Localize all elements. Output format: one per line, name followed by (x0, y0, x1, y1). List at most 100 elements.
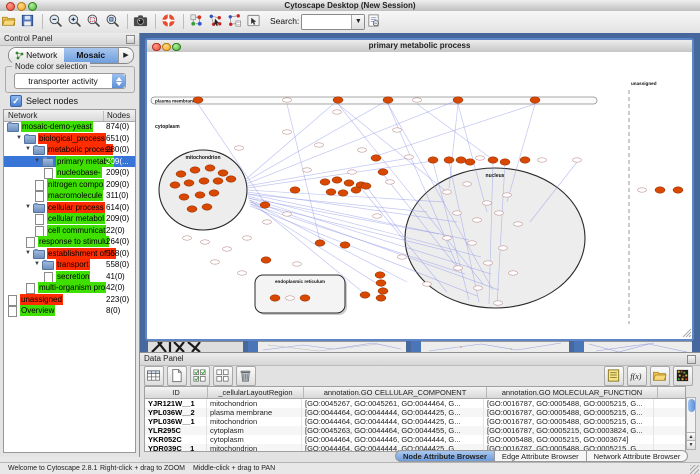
leaf-icon (44, 272, 53, 283)
attribute-list-icon[interactable] (604, 366, 624, 386)
expander-icon[interactable]: ▼ (25, 248, 33, 260)
network-tree-row[interactable]: ▼ biological_process651(0) (4, 133, 135, 145)
zoom-to-fit-icon[interactable] (105, 13, 122, 30)
expander-icon[interactable]: ▼ (25, 144, 33, 156)
color-mapping-icon[interactable] (673, 366, 693, 386)
node-select-mode-icon[interactable] (227, 13, 244, 30)
tab-network[interactable]: Network (9, 48, 64, 63)
table-row[interactable]: YKR052Ccytoplasm[GO:0044464, GO:0044446,… (145, 435, 685, 444)
save-session-icon[interactable] (20, 13, 37, 30)
resize-grip[interactable] (690, 465, 699, 474)
network-tree-row[interactable]: ▼establishment of lo558(0) (4, 248, 135, 260)
table-cell: [GO:0016787, GO:0005488, GO:0005215, G..… (484, 417, 654, 426)
leaf-icon (44, 168, 53, 179)
folder-icon (33, 204, 45, 213)
tree-row-label: nitrogen compo (47, 179, 104, 190)
table-cell: mitochondrion (207, 444, 302, 452)
network-tree-row[interactable]: ▼metabolic process280(0) (4, 144, 135, 156)
tab-edge-attribute-browser[interactable]: Edge Attribute Browser (495, 450, 587, 462)
tab-overflow-arrow[interactable]: ▶ (118, 48, 133, 63)
select-nodes-checkbox[interactable]: ✓ (10, 95, 22, 107)
network-tree-row[interactable]: cell communicat22(0) (4, 225, 135, 237)
edge-select-mode-icon[interactable] (208, 13, 225, 30)
open-session-icon[interactable] (1, 13, 18, 30)
float-panel-icon[interactable] (687, 355, 696, 364)
network-tree-row[interactable]: ▼cellular process614(0) (4, 202, 135, 214)
table-column-header[interactable]: ID (145, 387, 208, 398)
search-options-icon[interactable] (366, 13, 383, 30)
new-attribute-icon[interactable] (167, 366, 187, 386)
tab-network-attribute-browser[interactable]: Network Attribute Browser (587, 450, 689, 462)
network-tree-row[interactable]: nitrogen compo209(0) (4, 179, 135, 191)
table-cell: [GO:0016787, GO:0005215, GO:0003824, G..… (484, 426, 654, 435)
control-panel-title: Control Panel (4, 34, 52, 43)
network-tree-row[interactable]: secretion41(0) (4, 271, 135, 283)
network-tree-row[interactable]: cellular metabol209(0) (4, 213, 135, 225)
tree-row-label: biological_process (38, 133, 106, 144)
snapshot-icon[interactable] (133, 13, 150, 30)
table-column-header[interactable]: annotation.GO MOLECULAR_FUNCTION (487, 387, 658, 398)
function-builder-icon[interactable]: f(x) (627, 366, 647, 386)
network-tree-row[interactable]: ▼primary metabo209(... (4, 156, 135, 168)
application-window: Cytoscape Desktop (New Session) Search:▼… (0, 0, 700, 474)
search-combobox: ▼ (301, 14, 365, 30)
tree-row-label: cell communicat (47, 225, 106, 236)
search-input[interactable] (303, 15, 353, 29)
node-count: 209(0) (106, 179, 129, 191)
node-color-dropdown[interactable]: transporter activity (14, 73, 126, 89)
network-tree-row[interactable]: ▼transport558(0) (4, 259, 135, 271)
tree-row-label: Overview (20, 305, 55, 316)
data-panel-title: Data Panel (144, 354, 184, 363)
expander-icon[interactable]: ▼ (34, 156, 42, 168)
vizmapper-icon[interactable] (189, 13, 206, 30)
import-attributes-icon[interactable] (650, 366, 670, 386)
network-tree-row[interactable]: multi-organism pro42(0) (4, 282, 135, 294)
network-tree-row[interactable]: mosaic-demo-yeast874(0) (4, 121, 135, 133)
toolbar-separator (183, 14, 184, 29)
network-tree-row[interactable]: response to stimulu264(0) (4, 236, 135, 248)
expander-icon[interactable]: ▼ (16, 133, 24, 145)
background-window-fragment (584, 341, 692, 352)
search-dropdown-button[interactable]: ▼ (351, 15, 364, 29)
folder-icon (33, 146, 45, 155)
scrollbar-thumb[interactable] (688, 399, 695, 412)
network-tree-row[interactable]: unassigned223(0) (4, 294, 135, 306)
annotation-icon[interactable] (246, 13, 263, 30)
table-row[interactable]: YJR121W__1mitochondrion[GO:0045267, GO:0… (145, 399, 685, 408)
table-scrollbar[interactable]: ▲ ▼ (686, 397, 696, 450)
folder-icon (33, 250, 45, 259)
zoom-out-icon[interactable] (48, 13, 65, 30)
float-panel-icon[interactable] (126, 35, 135, 44)
node-count: 42(0) (106, 282, 125, 294)
node-color-dropdown-value: transporter activity (15, 74, 111, 88)
data-panel-header: Data Panel (140, 353, 700, 366)
network-tab-icon (15, 51, 24, 60)
attribute-table-icon[interactable] (144, 366, 164, 386)
zoom-selected-region-icon[interactable] (86, 13, 103, 30)
table-column-header[interactable]: annotation.GO CELLULAR_COMPONENT (304, 387, 487, 398)
table-row[interactable]: YPL036W__2plasma membrane[GO:0044464, GO… (145, 408, 685, 417)
network-tree-row[interactable]: Overview8(0) (4, 305, 135, 317)
scroll-down-button[interactable]: ▼ (687, 440, 695, 449)
tab-node-attribute-browser[interactable]: Node Attribute Browser (395, 450, 495, 462)
zoom-in-icon[interactable] (67, 13, 84, 30)
network-view-title: primary metabolic process (147, 41, 692, 50)
tree-column-nodes[interactable]: Nodes (103, 111, 130, 121)
unselect-attributes-icon[interactable] (213, 366, 233, 386)
delete-attribute-icon[interactable] (236, 366, 256, 386)
network-canvas[interactable]: plasma membranecytoplasmmitochondrionnuc… (147, 52, 692, 339)
help-icon[interactable] (161, 13, 178, 30)
table-column-header[interactable]: _cellularLayoutRegion (208, 387, 304, 398)
expander-icon[interactable]: ▼ (25, 202, 33, 214)
select-attributes-icon[interactable] (190, 366, 210, 386)
tab-mosaic[interactable]: Mosaic (64, 48, 119, 63)
network-tree-row[interactable]: nucleobase-209(0) (4, 167, 135, 179)
network-tree-row[interactable]: macromolecule311(0) (4, 190, 135, 202)
mdi-desktop: primary metabolic process plasma membran… (140, 33, 700, 352)
node-color-selection-label: Node color selection (12, 62, 90, 71)
node-count: 651(0) (106, 133, 129, 145)
expander-icon[interactable]: ▼ (34, 259, 42, 271)
tree-column-network[interactable]: Network (8, 111, 37, 120)
table-row[interactable]: YLR295Ccytoplasm[GO:0045263, GO:0044464,… (145, 426, 685, 435)
table-row[interactable]: YPL036W__1mitochondrion[GO:0044464, GO:0… (145, 417, 685, 426)
